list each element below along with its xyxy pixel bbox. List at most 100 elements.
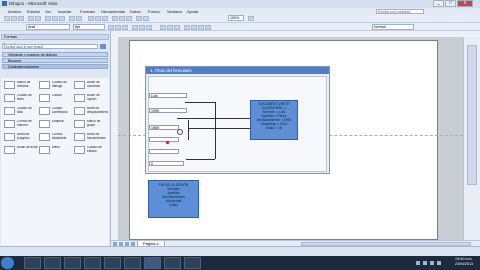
shape-item[interactable]: Marco de grupo (74, 119, 108, 130)
field-actual[interactable]: 1969 (149, 125, 179, 130)
close-button[interactable]: x (457, 0, 473, 7)
stencil-blocks[interactable]: Bloques (2, 58, 108, 63)
line-color-icon[interactable] (167, 25, 173, 30)
line-weight-icon[interactable] (184, 25, 190, 30)
line-ends-icon[interactable] (198, 25, 204, 30)
visio-app-icon (2, 1, 7, 6)
shape-item[interactable]: Botón de comando (74, 80, 108, 91)
new-icon[interactable] (4, 16, 10, 21)
dialog-shape[interactable]: 1. Título del formulario Luis 1995 1969 … (145, 66, 330, 174)
print-icon[interactable] (28, 16, 34, 21)
text-tool-icon[interactable] (102, 16, 108, 21)
app-taskbar-icon[interactable] (164, 257, 181, 269)
shape-item[interactable]: Cuadro de texto (4, 93, 38, 104)
field-nombre[interactable]: Luis (149, 93, 187, 98)
shape-item[interactable]: Barra de progreso (4, 132, 38, 143)
shape-item[interactable]: Cuadro de estado (74, 145, 108, 156)
shape-item[interactable]: Botón de opción (74, 93, 108, 104)
shape-item[interactable]: Cuadro combinado (39, 106, 73, 117)
shape-item[interactable]: Etiqueta (39, 119, 73, 130)
save-icon[interactable] (18, 16, 24, 21)
shape-item[interactable]: Menú (39, 145, 73, 156)
status-bar-icon (74, 146, 85, 154)
ie-taskbar-icon[interactable] (44, 257, 61, 269)
progress-bar-icon (4, 133, 15, 141)
group-frame-icon (74, 120, 85, 128)
code-box-output[interactable]: DOCUMENT.WRITE CLASSIFIER(...) Nombre = … (250, 100, 298, 140)
connector-line (188, 120, 189, 140)
shape-item[interactable]: Barra de desplazamiento (74, 106, 108, 117)
align-center-icon[interactable] (139, 25, 145, 30)
tray-arrow-icon[interactable] (423, 261, 427, 265)
shape-item[interactable]: Cuadro de diálogo (39, 80, 73, 91)
underline-icon[interactable] (122, 25, 128, 30)
italic-icon[interactable] (115, 25, 121, 30)
app-taskbar-icon[interactable] (124, 257, 141, 269)
network-icon[interactable] (430, 261, 434, 265)
shape-item[interactable]: Cuadro de lista (4, 106, 38, 117)
help-icon[interactable] (248, 16, 254, 21)
vertical-scrollbar[interactable] (463, 37, 480, 240)
start-button-icon[interactable] (1, 257, 14, 269)
search-shapes-input[interactable]: Escriba aquí lo que busca (2, 44, 98, 49)
line-pattern-icon[interactable] (191, 25, 197, 30)
undo-icon[interactable] (69, 16, 75, 21)
search-go-icon[interactable] (100, 44, 106, 49)
shape-item[interactable]: Control deslizante (39, 132, 73, 143)
style-select[interactable]: Normal (372, 24, 414, 30)
explorer-taskbar-icon[interactable] (24, 257, 41, 269)
align-left-icon[interactable] (132, 25, 138, 30)
volume-icon[interactable] (437, 261, 441, 265)
connector-line (188, 128, 250, 129)
connection-point-icon[interactable] (166, 141, 169, 144)
stencil-windows-dialogs[interactable]: Ventanas y cuadros de diálogo (2, 52, 108, 57)
font-select[interactable]: Arial (26, 24, 70, 30)
rotate-handle-icon[interactable] (177, 129, 183, 135)
zoom-in-icon[interactable] (143, 16, 149, 21)
code-box-end[interactable]: FIN DE LA SESIÓN Nombre Apellido AñoNaci… (148, 180, 199, 218)
field-empty-1[interactable] (149, 137, 179, 142)
vertical-scroll-thumb[interactable] (467, 45, 477, 185)
field-edad[interactable]: 0 (149, 161, 184, 166)
cut-icon[interactable] (45, 16, 51, 21)
font-size-select[interactable]: 8pt (73, 24, 105, 30)
align-right-icon[interactable] (146, 25, 152, 30)
bold-icon[interactable] (108, 25, 114, 30)
field-anio[interactable]: 1995 (149, 108, 187, 113)
pointer-tool-icon[interactable] (88, 16, 94, 21)
shapes-icon[interactable] (112, 16, 118, 21)
redo-icon[interactable] (76, 16, 82, 21)
spinner-icon (4, 120, 15, 128)
maximize-button[interactable]: □ (445, 0, 456, 7)
copy-icon[interactable] (52, 16, 58, 21)
zoom-out-icon[interactable] (136, 16, 142, 21)
rectangle-tool-icon[interactable] (126, 16, 132, 21)
line-tool-icon[interactable] (119, 16, 125, 21)
preview-icon[interactable] (35, 16, 41, 21)
zoom-select[interactable]: 100% (228, 15, 244, 21)
shape-item[interactable]: Casilla (39, 93, 73, 104)
font-color-icon[interactable] (160, 25, 166, 30)
shadow-icon[interactable] (205, 25, 211, 30)
connector-tool-icon[interactable] (95, 16, 101, 21)
app-taskbar-icon[interactable] (104, 257, 121, 269)
shape-item[interactable]: Control de número (4, 119, 38, 130)
fill-color-icon[interactable] (174, 25, 180, 30)
open-icon[interactable] (11, 16, 17, 21)
chrome-taskbar-icon[interactable] (84, 257, 101, 269)
shape-item[interactable]: Botón de ficha (4, 145, 38, 156)
list-box-icon (4, 107, 15, 115)
shape-item[interactable]: Barra de herramientas (74, 132, 108, 143)
paste-icon[interactable] (59, 16, 65, 21)
shape-item[interactable]: Marco de ventana (4, 80, 38, 91)
minimize-button[interactable]: _ (433, 0, 444, 7)
media-taskbar-icon[interactable] (64, 257, 81, 269)
connector-line (177, 118, 250, 119)
stencil-common-controls[interactable]: Controles comunes (2, 64, 108, 69)
dialog-icon (39, 81, 50, 89)
language-icon[interactable] (416, 261, 420, 265)
visio-taskbar-icon[interactable] (144, 257, 161, 269)
app-taskbar-icon[interactable] (184, 257, 201, 269)
field-empty-2[interactable] (149, 149, 179, 154)
taskbar-clock[interactable]: 09:40 a.m. 23/04/2013 (450, 257, 478, 267)
